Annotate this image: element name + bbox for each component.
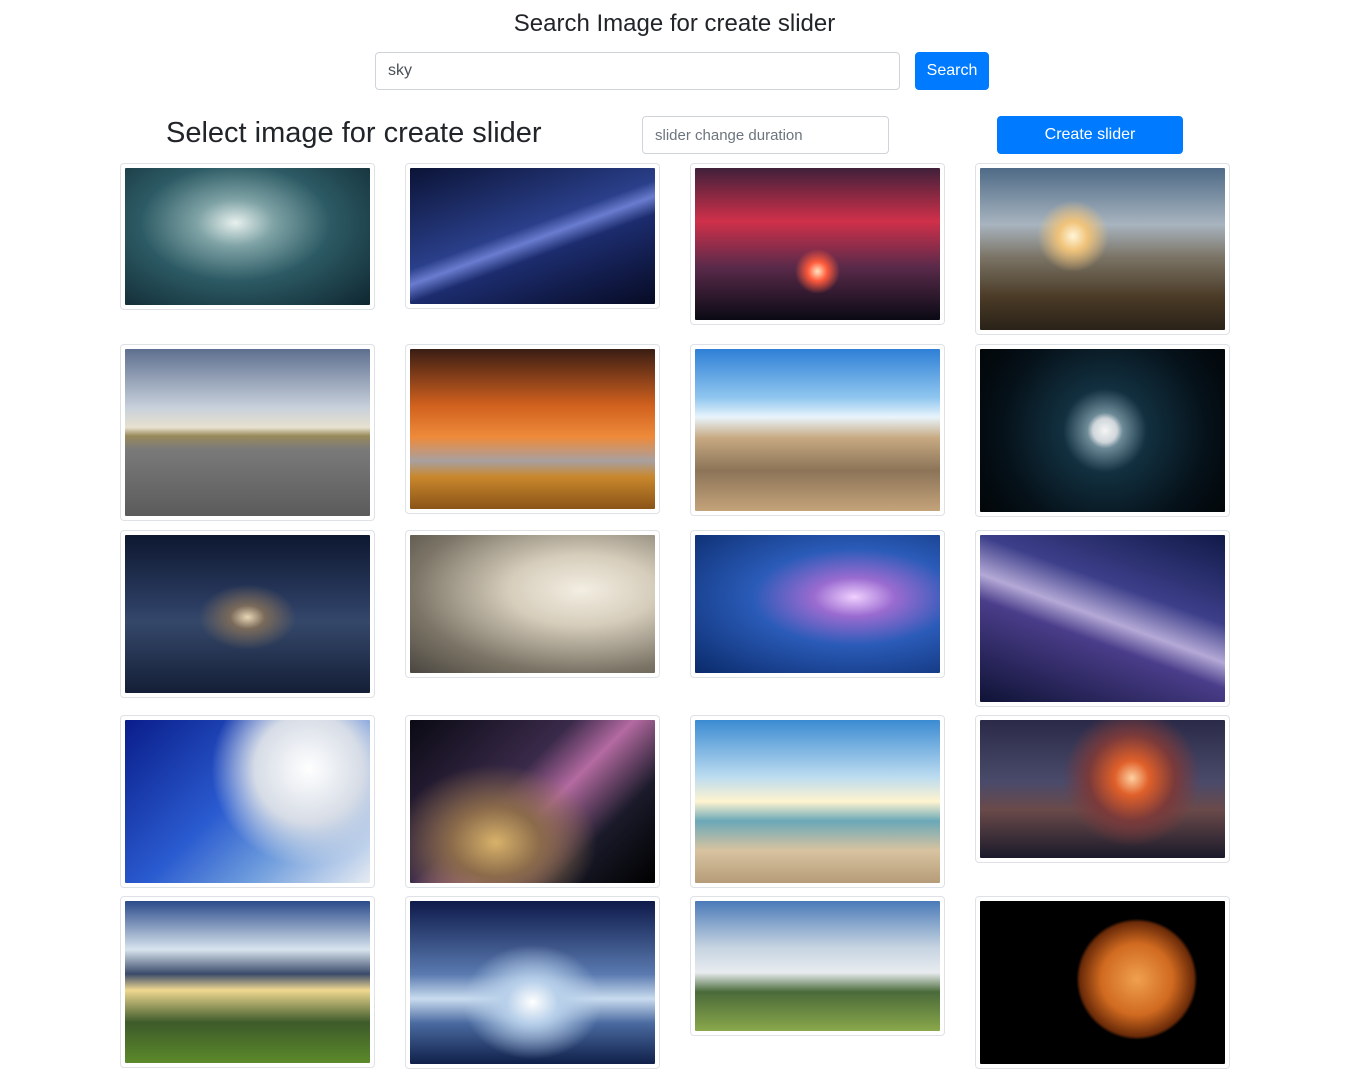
image-thumbnail[interactable] (975, 715, 1230, 863)
image-thumbnail[interactable] (120, 896, 375, 1068)
image-thumbnail[interactable] (120, 163, 375, 310)
road-image (125, 349, 370, 516)
image-thumbnail[interactable] (975, 163, 1230, 335)
create-slider-button[interactable]: Create slider (997, 116, 1183, 154)
full-moon-image (980, 349, 1225, 512)
page-title: Search Image for create slider (513, 10, 836, 37)
sea-night-boat-image (125, 535, 370, 693)
image-thumbnail[interactable] (120, 530, 375, 698)
image-thumbnail[interactable] (690, 715, 945, 888)
hills-sunrays-image (125, 901, 370, 1063)
search-input[interactable] (375, 52, 900, 90)
galaxy-purple-image (980, 535, 1225, 702)
image-thumbnail[interactable] (975, 896, 1230, 1069)
image-thumbnail[interactable] (405, 715, 660, 888)
image-thumbnail[interactable] (120, 344, 375, 521)
search-button[interactable]: Search (915, 52, 989, 90)
image-thumbnail[interactable] (120, 715, 375, 888)
beach-birds-image (695, 720, 940, 883)
orange-sky-field-image (410, 349, 655, 509)
milky-way-person-image (410, 720, 655, 883)
balloons-sky-image (125, 720, 370, 883)
mountain-sunset-image (980, 168, 1225, 330)
image-thumbnail[interactable] (975, 344, 1230, 517)
tree-reflection-image (410, 901, 655, 1064)
clouds-teal-image (125, 168, 370, 305)
orange-moon-cat-image (980, 901, 1225, 1064)
cloud-woman-image (410, 535, 655, 673)
image-thumbnail[interactable] (405, 344, 660, 514)
section-title: Select image for create slider (166, 117, 542, 149)
image-thumbnail[interactable] (405, 896, 660, 1069)
pier-image (695, 349, 940, 511)
milky-way-blue-image (410, 168, 655, 304)
image-thumbnail[interactable] (690, 896, 945, 1036)
lightning-clouds-image (695, 535, 940, 673)
storm-sea-image (980, 720, 1225, 858)
slider-duration-input[interactable] (642, 116, 889, 154)
image-thumbnail[interactable] (975, 530, 1230, 707)
image-thumbnail[interactable] (405, 530, 660, 678)
red-sky-tree-image (695, 168, 940, 320)
cloud-field-tree-image (695, 901, 940, 1031)
image-thumbnail[interactable] (690, 530, 945, 678)
image-thumbnail[interactable] (690, 163, 945, 325)
image-thumbnail[interactable] (690, 344, 945, 516)
image-thumbnail[interactable] (405, 163, 660, 309)
